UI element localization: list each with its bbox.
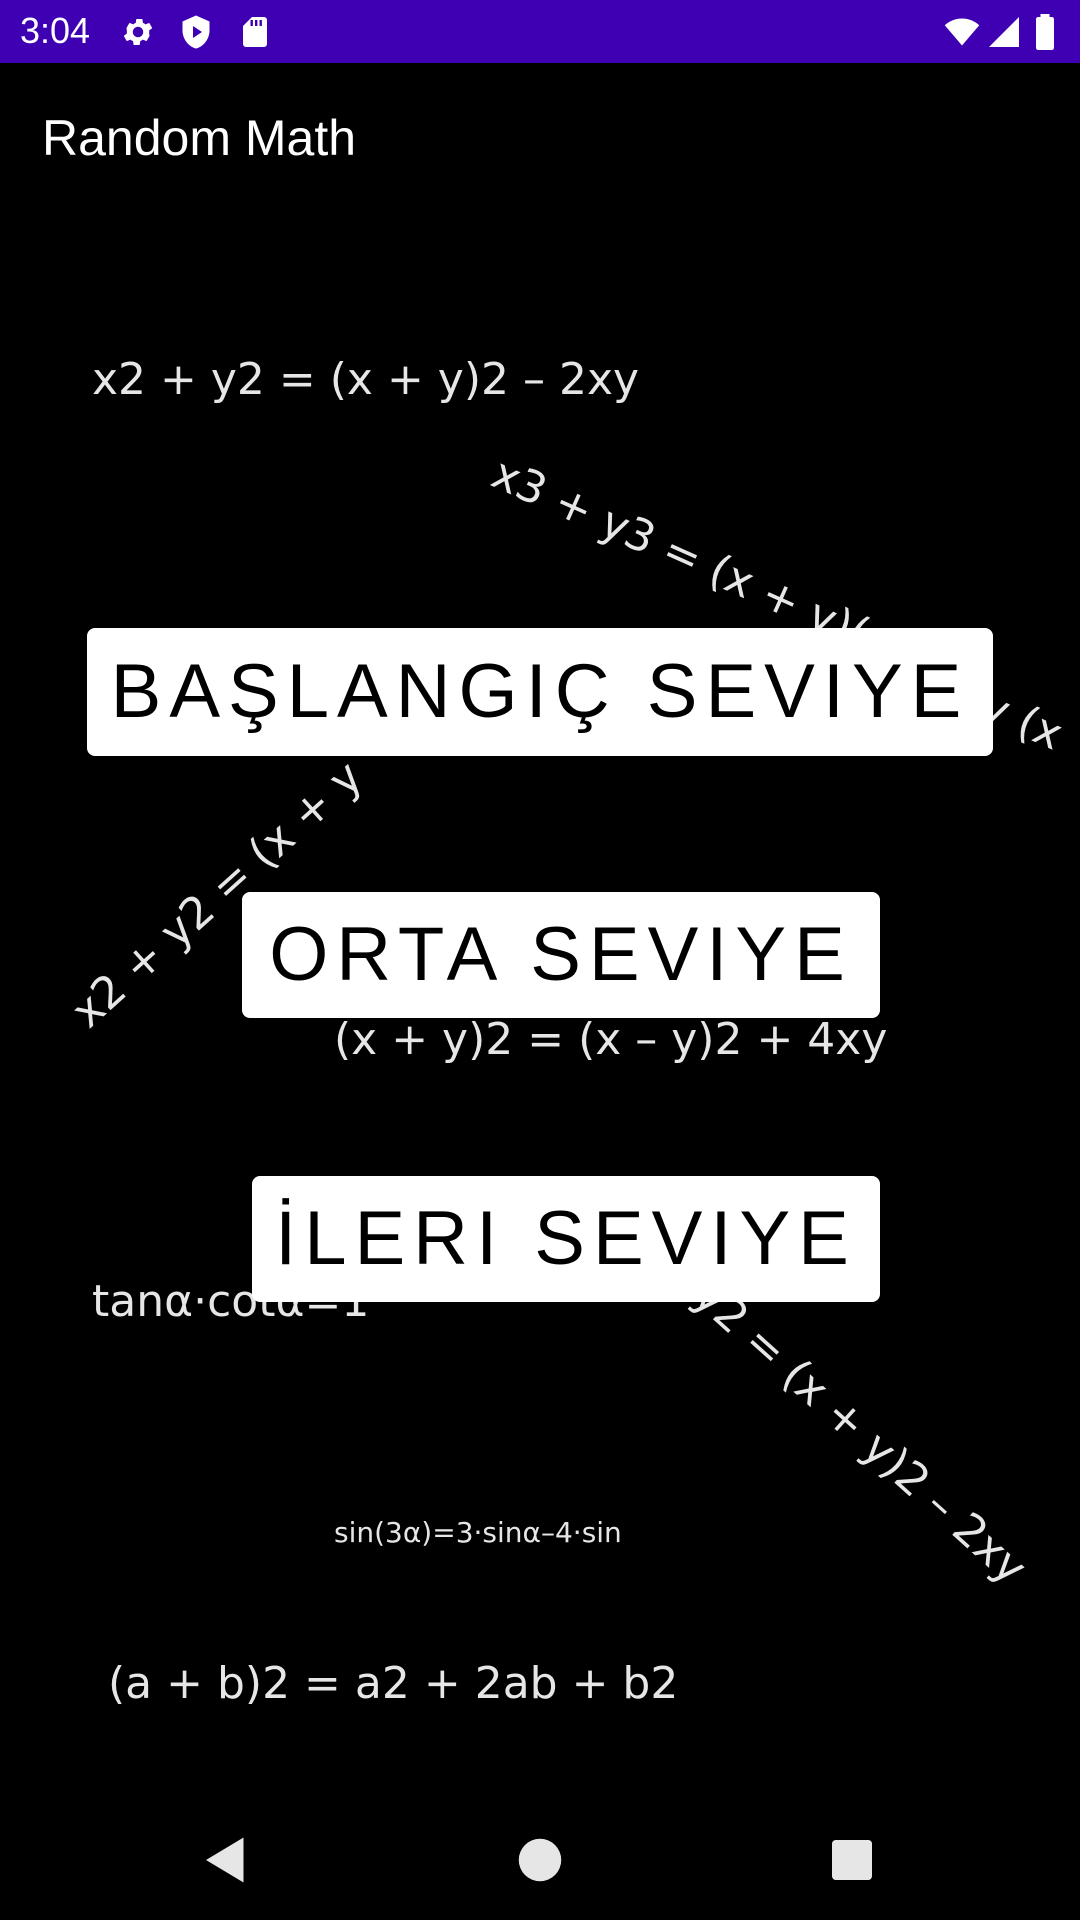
intermediate-level-button[interactable]: ORTA SEVIYE [242,892,880,1018]
intermediate-level-label: ORTA SEVIYE [269,912,853,997]
formula-1: x2 + y2 = (x + y)2 – 2xy [92,354,640,405]
status-bar: 3:04 [0,0,1080,63]
play-protect-icon [182,15,210,49]
signal-icon [989,17,1019,47]
settings-icon [123,18,153,46]
beginner-level-label: BAŞLANGIÇ SEVIYE [110,649,970,734]
formula-9: (a + b)2 = a2 + 2ab + b2 [108,1658,679,1709]
formula-5: (x + y)2 = (x – y)2 + 4xy [334,1014,888,1065]
beginner-level-button[interactable]: BAŞLANGIÇ SEVIYE [87,628,993,756]
recents-icon[interactable] [822,1830,882,1890]
nav-bar [0,1800,1080,1920]
sd-card-icon [243,17,267,47]
home-icon[interactable] [510,1830,570,1890]
formula-8: sin(3α)=3·sinα–4·sin [334,1516,622,1549]
screen: 3:04 Random Math x2 + y2 = (x + y)2 – 2x… [0,0,1080,1920]
app-bar: Random Math [0,63,1080,210]
app-title: Random Math [42,110,357,166]
formula-7: y2 = (x + y)2 – 2xy [683,1270,1037,1595]
back-icon[interactable] [196,1830,256,1890]
status-time: 3:04 [20,10,91,51]
advanced-level-button[interactable]: İLERI SEVIYE [252,1176,880,1302]
wifi-icon [944,18,980,46]
battery-icon [1036,14,1054,50]
advanced-level-label: İLERI SEVIYE [275,1196,857,1281]
